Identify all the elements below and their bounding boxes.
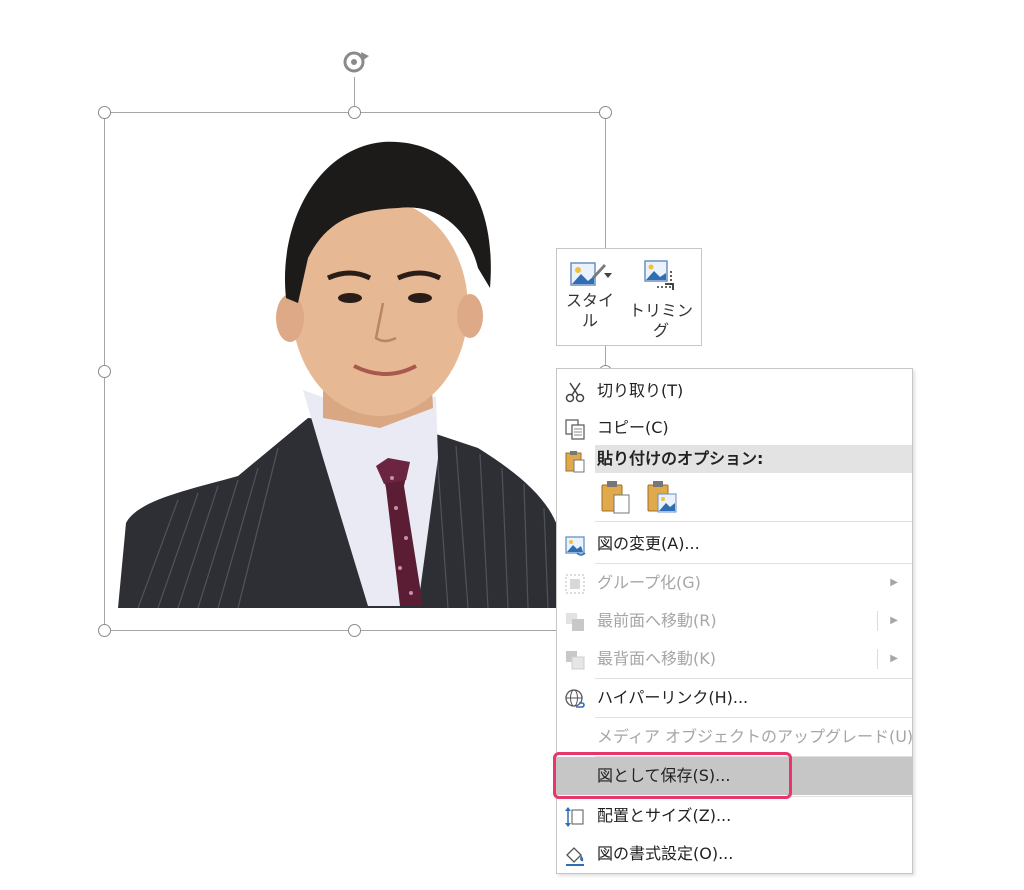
crop-icon [644,260,674,290]
send-to-back-icon [566,651,585,670]
menu-item-cut[interactable]: 切り取り(T) [557,372,912,410]
menu-separator [595,521,912,522]
crop-button[interactable]: トリミング [623,249,699,345]
menu-item-format-picture-label: 図の書式設定(O)... [597,844,734,863]
menu-item-send-to-back-label: 最背面へ移動(K) [597,649,716,668]
menu-item-bring-to-front-label: 最前面へ移動(R) [597,611,717,630]
resize-handle-top[interactable] [348,106,361,119]
submenu-arrow-icon: ▶ [890,577,898,588]
bring-to-front-icon [566,613,584,631]
menu-item-format-picture[interactable]: 図の書式設定(O)... [557,835,912,873]
resize-handle-bottom-left[interactable] [98,624,111,637]
annotation-highlight-box [553,752,792,799]
paste-options-row [595,475,695,517]
picture-style-icon [570,262,612,286]
menu-item-group-label: グループ化(G) [597,573,701,592]
format-paint-bucket-icon [566,847,584,866]
menu-item-media-upgrade-label: メディア オブジェクトのアップグレード(U) [597,727,914,746]
paste-as-picture-icon[interactable] [645,479,679,515]
paste-options-label: 貼り付けのオプション: [597,449,764,468]
paste-keep-source-icon[interactable] [599,479,633,515]
clipboard-icon [565,451,585,473]
menu-item-send-to-back[interactable]: 最背面へ移動(K) ▶ [557,640,912,678]
menu-item-media-upgrade[interactable]: メディア オブジェクトのアップグレード(U) [557,718,914,756]
style-label-line2: ル [581,311,598,330]
picture-style-button[interactable]: スタイ ル [563,249,617,345]
size-position-icon [565,807,584,827]
picture-selection-frame [104,112,606,631]
submenu-arrow-icon: ▶ [890,615,898,626]
group-icon [565,574,585,594]
hyperlink-globe-icon [565,689,585,708]
menu-item-hyperlink[interactable]: ハイパーリンク(H)... [557,679,912,717]
menu-item-size-position[interactable]: 配置とサイズ(Z)... [557,797,912,835]
resize-handle-top-left[interactable] [98,106,111,119]
menu-item-copy[interactable]: コピー(C) [557,409,912,447]
change-picture-icon [565,536,586,556]
rotate-handle-icon[interactable] [338,44,372,78]
paste-options-header: 貼り付けのオプション: [557,445,912,473]
resize-handle-left[interactable] [98,365,111,378]
menu-item-change-picture[interactable]: 図の変更(A)... [557,525,912,563]
menu-item-change-picture-label: 図の変更(A)... [597,534,700,553]
menu-item-hyperlink-label: ハイパーリンク(H)... [597,688,749,707]
menu-item-size-position-label: 配置とサイズ(Z)... [597,806,732,825]
menu-item-bring-to-front[interactable]: 最前面へ移動(R) ▶ [557,602,912,640]
submenu-arrow-icon: ▶ [890,653,898,664]
resize-handle-bottom[interactable] [348,624,361,637]
style-label-line1: スタイ [565,291,614,310]
resize-handle-top-right[interactable] [599,106,612,119]
split-separator [877,649,878,669]
split-separator [877,611,878,631]
menu-item-group[interactable]: グループ化(G) ▶ [557,564,912,602]
mini-toolbar: スタイ ル トリミング [556,248,702,346]
menu-item-copy-label: コピー(C) [597,418,669,437]
crop-label: トリミング [628,301,693,340]
menu-item-cut-label: 切り取り(T) [597,381,684,400]
scissors-icon [565,382,585,403]
copy-icon [565,419,585,440]
